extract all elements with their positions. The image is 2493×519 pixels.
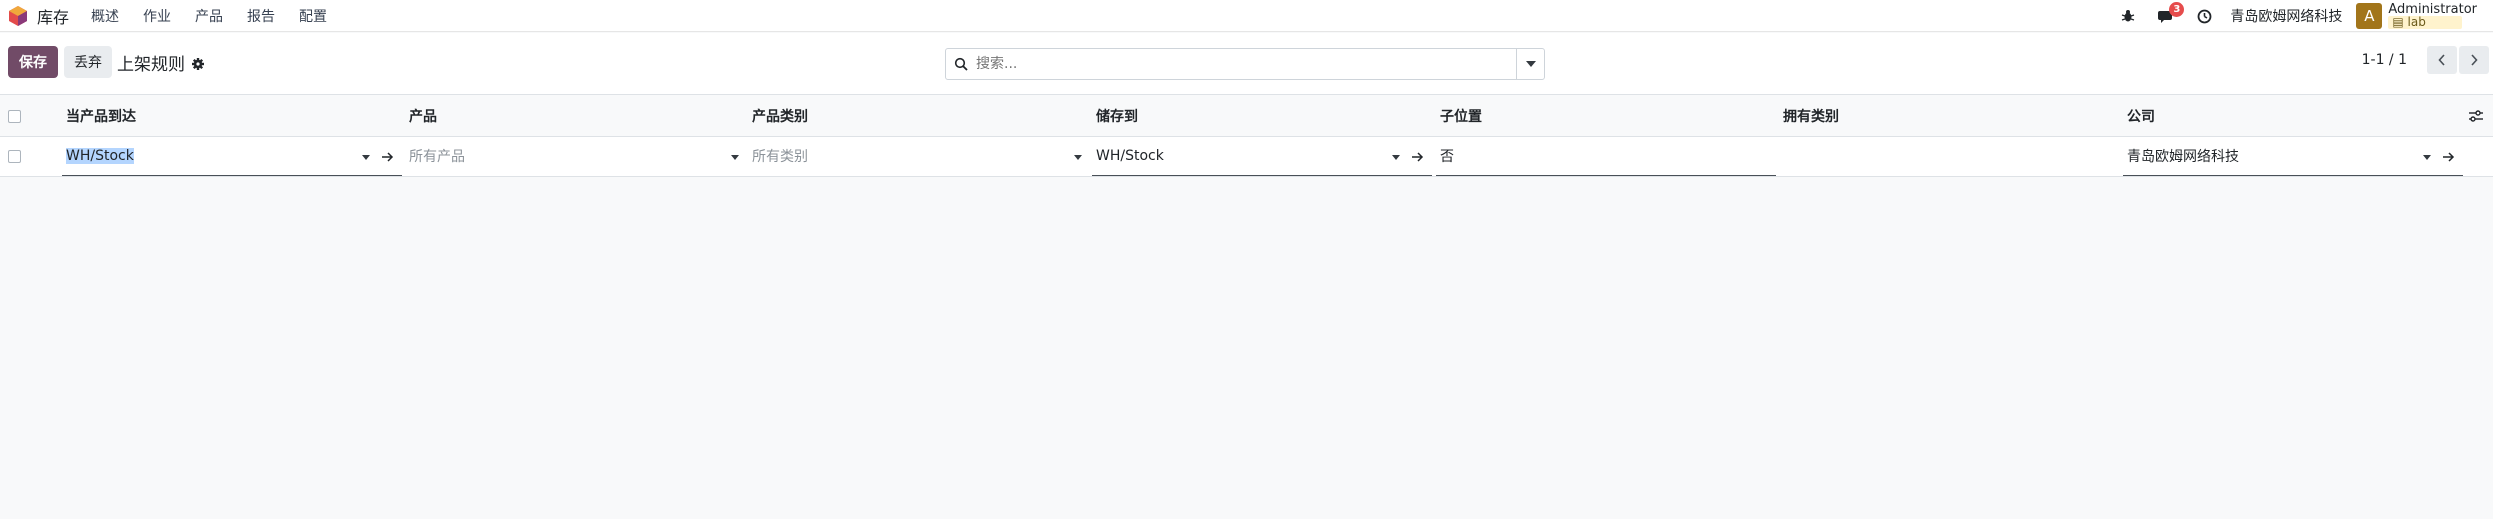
search-icon[interactable] bbox=[946, 49, 976, 79]
pager-next-button[interactable] bbox=[2459, 46, 2489, 74]
store-to-field[interactable]: WH/Stock bbox=[1092, 137, 1432, 176]
column-header-package-type[interactable]: 拥有类别 bbox=[1783, 96, 2123, 136]
caret-down-icon[interactable] bbox=[2423, 155, 2431, 160]
arrow-right-icon[interactable] bbox=[2441, 149, 2457, 165]
app-name[interactable]: 库存 bbox=[37, 4, 69, 28]
store-to-value: WH/Stock bbox=[1096, 148, 1164, 164]
package-type-field[interactable] bbox=[1779, 137, 2119, 176]
product-cell: 所有产品 bbox=[405, 137, 745, 176]
column-header-product[interactable]: 产品 bbox=[409, 96, 749, 136]
company-switcher[interactable]: 青岛欧姆网络科技 bbox=[2230, 6, 2342, 26]
messages-badge: 3 bbox=[2169, 2, 2185, 17]
database-tag: ▤ lab bbox=[2388, 15, 2463, 29]
navbar-systray: 3 青岛欧姆网络科技 A Administrator ▤ lab bbox=[2116, 0, 2493, 32]
column-label: 公司 bbox=[2127, 109, 2155, 125]
select-all-cell bbox=[8, 96, 28, 136]
product-category-cell: 所有类别 bbox=[748, 137, 1088, 176]
menu-item-reporting[interactable]: 报告 bbox=[247, 6, 275, 26]
top-navbar: 库存 概述 作业 产品 报告 配置 3 青岛欧姆网络科技 A Administr… bbox=[0, 0, 2493, 32]
column-label: 子位置 bbox=[1440, 109, 1482, 125]
table-row[interactable]: WH/Stock 所有产品 所有类别 WH/Stock 否 青岛欧姆网络科技 bbox=[0, 137, 2493, 177]
menu-item-operations[interactable]: 作业 bbox=[143, 6, 171, 26]
search-input[interactable] bbox=[976, 50, 1516, 78]
caret-down-icon[interactable] bbox=[1074, 155, 1082, 160]
database-name: lab bbox=[2407, 15, 2426, 29]
company-field[interactable]: 青岛欧姆网络科技 bbox=[2123, 137, 2463, 176]
sublocation-value: 否 bbox=[1440, 149, 1454, 165]
user-menu[interactable]: Administrator ▤ lab bbox=[2388, 3, 2477, 29]
product-category-field[interactable]: 所有类别 bbox=[748, 137, 1088, 176]
optional-columns-icon[interactable] bbox=[2468, 96, 2488, 136]
company-cell: 青岛欧姆网络科技 bbox=[2123, 137, 2463, 176]
bug-icon[interactable] bbox=[2116, 4, 2140, 28]
column-label: 产品类别 bbox=[752, 109, 808, 125]
row-checkbox[interactable] bbox=[8, 150, 21, 163]
company-value: 青岛欧姆网络科技 bbox=[2127, 149, 2239, 165]
column-header-arrival[interactable]: 当产品到达 bbox=[66, 96, 406, 136]
page-title: 上架规则 bbox=[117, 50, 205, 75]
arrival-location-cell: WH/Stock bbox=[62, 137, 402, 176]
clock-icon[interactable] bbox=[2192, 4, 2216, 28]
column-label: 拥有类别 bbox=[1783, 109, 1839, 125]
product-placeholder: 所有产品 bbox=[409, 149, 465, 165]
select-all-checkbox[interactable] bbox=[8, 109, 21, 123]
caret-down-icon bbox=[1525, 61, 1536, 67]
column-label: 产品 bbox=[409, 109, 437, 125]
column-header-sublocation[interactable]: 子位置 bbox=[1440, 96, 1780, 136]
avatar[interactable]: A bbox=[2356, 3, 2383, 29]
caret-down-icon[interactable] bbox=[731, 155, 739, 160]
chat-icon[interactable]: 3 bbox=[2154, 2, 2185, 28]
odoo-logo-icon[interactable] bbox=[7, 5, 29, 27]
control-panel: 保存 丢弃 上架规则 搜索... 1-1 / 1 bbox=[0, 33, 2493, 95]
chevron-right-icon bbox=[2471, 54, 2478, 66]
arrival-location-value: WH/Stock bbox=[66, 148, 134, 164]
column-label: 当产品到达 bbox=[66, 109, 136, 125]
category-placeholder: 所有类别 bbox=[752, 149, 808, 165]
chevron-left-icon bbox=[2438, 54, 2445, 66]
sublocation-cell: 否 bbox=[1436, 137, 1776, 176]
product-field[interactable]: 所有产品 bbox=[405, 137, 745, 176]
gear-icon[interactable] bbox=[191, 56, 205, 70]
database-icon: ▤ bbox=[2392, 15, 2408, 29]
page-title-text: 上架规则 bbox=[117, 55, 185, 75]
putaway-rules-table: 当产品到达 产品 产品类别 储存到 子位置 拥有类别 公司 WH/Stock 所… bbox=[0, 96, 2493, 177]
search-bar bbox=[945, 48, 1545, 80]
row-select-cell bbox=[8, 137, 28, 176]
sublocation-field[interactable]: 否 bbox=[1436, 137, 1776, 176]
column-header-company[interactable]: 公司 bbox=[2127, 96, 2427, 136]
menu-item-configuration[interactable]: 配置 bbox=[299, 6, 327, 26]
caret-down-icon[interactable] bbox=[1392, 155, 1400, 160]
store-to-cell: WH/Stock bbox=[1092, 137, 1432, 176]
caret-down-icon[interactable] bbox=[362, 155, 370, 160]
table-header: 当产品到达 产品 产品类别 储存到 子位置 拥有类别 公司 bbox=[0, 96, 2493, 137]
discard-button[interactable]: 丢弃 bbox=[64, 46, 112, 78]
package-type-cell bbox=[1779, 137, 2119, 176]
pager-value[interactable]: 1-1 / 1 bbox=[2362, 52, 2407, 68]
save-button[interactable]: 保存 bbox=[8, 46, 58, 78]
menu-item-products[interactable]: 产品 bbox=[195, 6, 223, 26]
pager-previous-button[interactable] bbox=[2427, 46, 2457, 74]
search-options-toggle[interactable] bbox=[1516, 49, 1544, 79]
menu-item-overview[interactable]: 概述 bbox=[91, 6, 119, 26]
column-label: 储存到 bbox=[1096, 109, 1138, 125]
column-header-store-to[interactable]: 储存到 bbox=[1096, 96, 1436, 136]
arrow-right-icon[interactable] bbox=[380, 149, 396, 165]
column-header-category[interactable]: 产品类别 bbox=[752, 96, 1092, 136]
arrow-right-icon[interactable] bbox=[1410, 149, 1426, 165]
arrival-location-field[interactable]: WH/Stock bbox=[62, 137, 402, 176]
